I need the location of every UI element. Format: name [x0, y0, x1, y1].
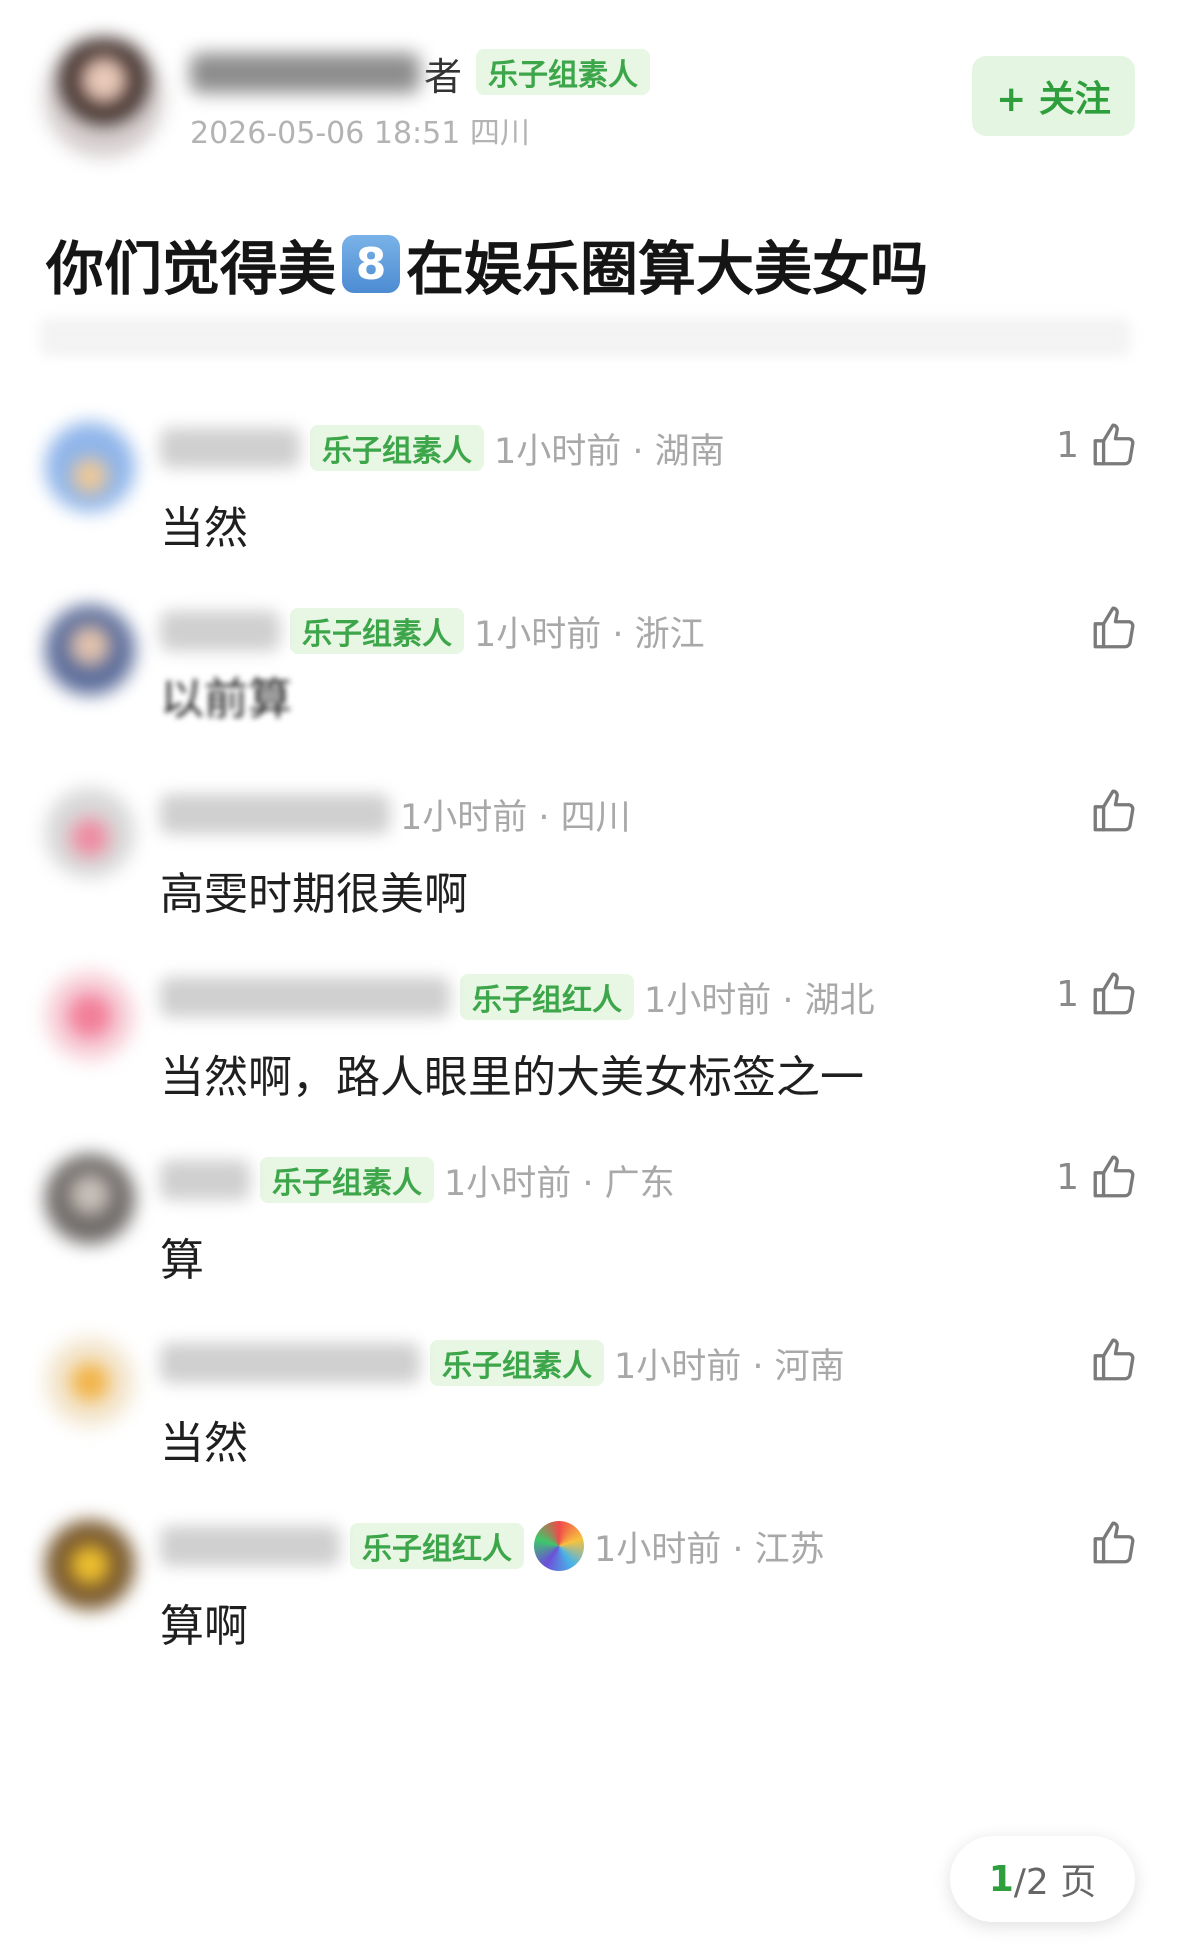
- keycap-8-emoji: 8: [342, 235, 401, 293]
- like-button[interactable]: [1059, 603, 1139, 653]
- comment-header: 乐子组红人 1小时前 · 湖北: [160, 971, 875, 1023]
- thumbs-up-icon[interactable]: [1089, 420, 1139, 470]
- commenter-avatar[interactable]: [45, 422, 135, 512]
- commenter-tag: 乐子组素人: [260, 1157, 434, 1203]
- title-text-start: 你们觉得美: [46, 235, 337, 303]
- commenter-name-redacted[interactable]: [160, 794, 390, 834]
- commenter-name-redacted[interactable]: [160, 611, 280, 651]
- thumbs-up-icon[interactable]: [1089, 1518, 1139, 1568]
- comment-time-location: 1小时前 · 湖南: [494, 431, 725, 472]
- comment-header: 1小时前 · 四川: [160, 788, 631, 840]
- commenter-name-redacted[interactable]: [160, 428, 300, 468]
- like-count: 1: [1056, 1156, 1079, 1198]
- post-meta: 2026-05-06 18:51 四川: [190, 108, 530, 152]
- commenter-avatar[interactable]: [45, 971, 135, 1061]
- comment-text: 算啊: [160, 1601, 248, 1652]
- like-button[interactable]: [1059, 786, 1139, 836]
- comment-time-location: 1小时前 · 江苏: [594, 1529, 825, 1570]
- post-title: 你们觉得美 8 在娱乐圈算大美女吗: [46, 222, 928, 306]
- commenter-tag: 乐子组红人: [460, 974, 634, 1020]
- comment-item: 乐子组红人 1小时前 · 江苏 算啊: [0, 1508, 1179, 1728]
- thumbs-up-icon[interactable]: [1089, 603, 1139, 653]
- commenter-avatar[interactable]: [45, 1337, 135, 1427]
- post-body-redacted: [40, 318, 1130, 356]
- commenter-name-redacted[interactable]: [160, 1160, 250, 1200]
- like-button[interactable]: [1059, 1518, 1139, 1568]
- comment-text: 算: [160, 1235, 204, 1286]
- commenter-tag: 乐子组素人: [430, 1340, 604, 1386]
- thumbs-up-icon[interactable]: [1089, 969, 1139, 1019]
- post-header: 者 乐子组素人 2026-05-06 18:51 四川 + 关注: [0, 0, 1179, 175]
- follow-button[interactable]: + 关注: [972, 56, 1135, 136]
- like-count: 1: [1056, 424, 1079, 466]
- commenter-avatar[interactable]: [45, 605, 135, 695]
- like-button[interactable]: 1: [1056, 1152, 1139, 1202]
- commenter-avatar[interactable]: [45, 1520, 135, 1610]
- like-button[interactable]: [1059, 1335, 1139, 1385]
- donut-badge-icon: [534, 1521, 584, 1571]
- comment-text: 以前算: [160, 674, 292, 725]
- comment-header: 乐子组素人 1小时前 · 湖南: [160, 422, 725, 474]
- comment-text: 当然啊，路人眼里的大美女标签之一: [160, 1052, 864, 1103]
- comment-time-location: 1小时前 · 四川: [400, 797, 631, 838]
- commenter-tag: 乐子组红人: [350, 1523, 524, 1569]
- comment-header: 乐子组素人 1小时前 · 浙江: [160, 605, 705, 657]
- comment-time-location: 1小时前 · 浙江: [474, 614, 705, 655]
- commenter-name-redacted[interactable]: [160, 1526, 340, 1566]
- like-count: 1: [1056, 973, 1079, 1015]
- page-indicator[interactable]: 1 /2 页: [950, 1836, 1135, 1922]
- commenter-avatar[interactable]: [45, 1154, 135, 1244]
- author-name-suffix: 者: [424, 54, 463, 99]
- commenter-tag: 乐子组素人: [290, 608, 464, 654]
- author-tag: 乐子组素人: [476, 49, 650, 95]
- author-name[interactable]: 者: [190, 48, 463, 99]
- like-button[interactable]: 1: [1056, 969, 1139, 1019]
- author-name-redacted: [190, 53, 420, 93]
- comment-text: 当然: [160, 503, 248, 554]
- comment-header: 乐子组红人 1小时前 · 江苏: [160, 1520, 825, 1572]
- thumbs-up-icon[interactable]: [1089, 1152, 1139, 1202]
- page-total: /2 页: [1013, 1862, 1097, 1903]
- post-datetime: 2026-05-06 18:51: [190, 116, 461, 151]
- comment-time-location: 1小时前 · 湖北: [644, 980, 875, 1021]
- comment-header: 乐子组素人 1小时前 · 河南: [160, 1337, 845, 1389]
- comment-time-location: 1小时前 · 广东: [444, 1163, 675, 1204]
- thumbs-up-icon[interactable]: [1089, 786, 1139, 836]
- comment-text: 当然: [160, 1418, 248, 1469]
- author-avatar[interactable]: [44, 38, 164, 158]
- comment-time-location: 1小时前 · 河南: [614, 1346, 845, 1387]
- like-button[interactable]: 1: [1056, 420, 1139, 470]
- commenter-avatar[interactable]: [45, 788, 135, 878]
- commenter-name-redacted[interactable]: [160, 977, 450, 1017]
- title-text-end: 在娱乐圈算大美女吗: [406, 235, 929, 303]
- post-location: 四川: [469, 116, 530, 151]
- commenter-name-redacted[interactable]: [160, 1343, 420, 1383]
- commenter-tag: 乐子组素人: [310, 425, 484, 471]
- thumbs-up-icon[interactable]: [1089, 1335, 1139, 1385]
- comment-text: 高雯时期很美啊: [160, 869, 468, 920]
- page-current: 1: [988, 1858, 1014, 1900]
- comment-header: 乐子组素人 1小时前 · 广东: [160, 1154, 675, 1206]
